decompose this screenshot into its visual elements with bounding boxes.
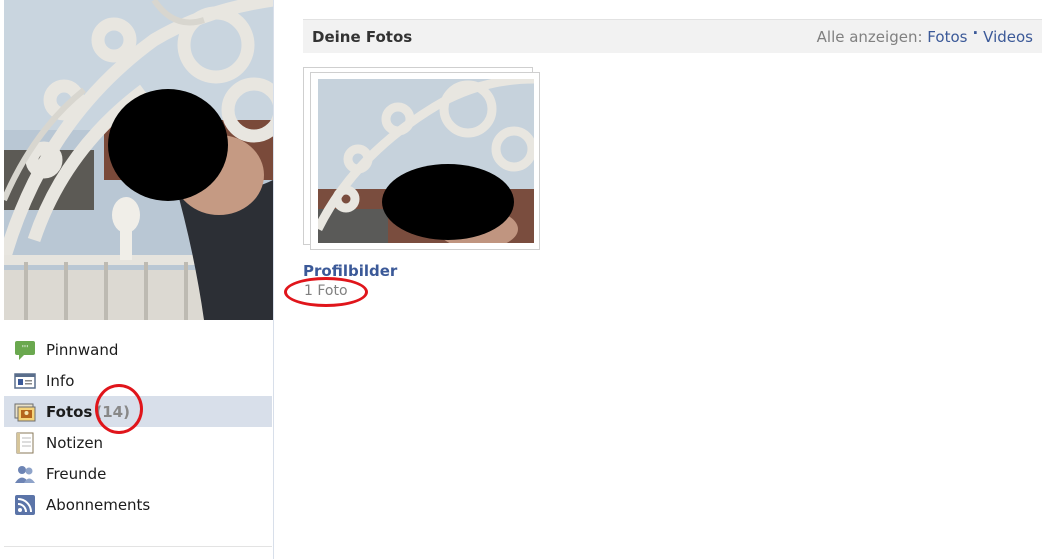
nav-item-label: Pinnwand	[46, 340, 119, 359]
nav-item-label: Fotos	[46, 402, 93, 421]
nav-item-notizen[interactable]: Notizen	[4, 427, 272, 458]
profile-picture[interactable]	[4, 0, 273, 320]
section-header: Deine Fotos Alle anzeigen: Fotos · Videos	[303, 19, 1042, 53]
show-all-label: Alle anzeigen:	[816, 27, 923, 46]
nav-item-label: Notizen	[46, 433, 104, 452]
friends-icon	[14, 463, 36, 485]
nav-item-fotos[interactable]: Fotos (14)	[4, 384, 272, 434]
album-title-link[interactable]: Profilbilder	[303, 262, 543, 280]
nav-item-label: Info	[46, 371, 75, 390]
profile-navigation: ''' Pinnwand Info Fotos (14) Notizen Fre…	[4, 334, 272, 520]
nav-item-freunde[interactable]: Freunde	[4, 458, 272, 489]
photos-icon	[14, 401, 36, 423]
nav-item-info[interactable]: Info	[4, 365, 272, 396]
divider	[4, 546, 272, 547]
link-separator: ·	[972, 23, 979, 42]
photos-link[interactable]: Fotos	[927, 28, 967, 46]
album-profilbilder[interactable]: Profilbilder 1 Foto	[303, 67, 543, 299]
left-column: ''' Pinnwand Info Fotos (14) Notizen Fre…	[0, 0, 274, 559]
nav-item-abonnements[interactable]: Abonnements	[4, 489, 272, 520]
info-card-icon	[14, 370, 36, 392]
album-stack-front	[310, 72, 540, 250]
album-cover-stack[interactable]	[303, 67, 543, 254]
svg-text:''': '''	[22, 344, 29, 353]
album-photo-count: 1 Foto	[304, 283, 348, 299]
notes-icon	[14, 432, 36, 454]
show-all-links: Alle anzeigen: Fotos · Videos	[816, 24, 1033, 46]
nav-item-label: Freunde	[46, 464, 107, 483]
photo-count-badge: (14)	[95, 402, 130, 421]
nav-item-label: Abonnements	[46, 495, 151, 514]
wall-speech-bubble-icon: '''	[14, 339, 36, 361]
videos-link[interactable]: Videos	[983, 28, 1033, 46]
section-title: Deine Fotos	[312, 27, 413, 46]
photos-main: Deine Fotos Alle anzeigen: Fotos · Videos	[284, 19, 1042, 307]
album-cover-thumbnail[interactable]	[318, 79, 534, 243]
rss-feed-icon	[14, 494, 36, 516]
nav-item-pinnwand[interactable]: ''' Pinnwand	[4, 334, 272, 365]
